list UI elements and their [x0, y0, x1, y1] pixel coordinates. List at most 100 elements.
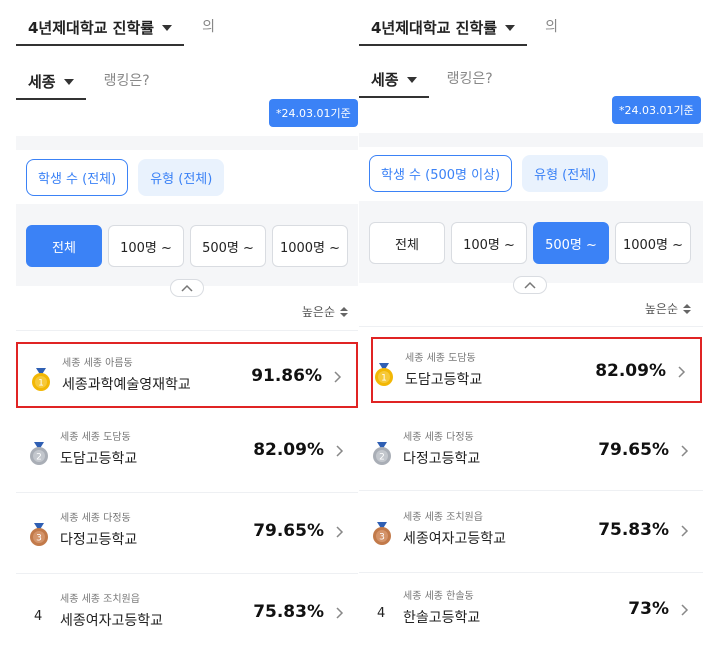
school-name: 세종과학예술영재학교 — [62, 377, 191, 393]
section-divider — [16, 136, 358, 150]
caret-down-icon — [162, 24, 173, 31]
admission-rate: 75.83% — [253, 602, 324, 622]
chevron-right-icon — [681, 604, 689, 616]
chevron-right-icon — [681, 525, 689, 537]
list-item[interactable]: 4 세종 세종 조치원읍 세종여자고등학교 75.83% — [16, 580, 358, 646]
svg-text:1: 1 — [381, 374, 387, 384]
metric-dropdown-label: 4년제대학교 진학률 — [28, 19, 155, 37]
list-item[interactable]: 2 세종 세종 도담동 도담고등학교 82.09% — [16, 418, 358, 484]
medal-icon: 3 — [373, 522, 391, 545]
segment-500[interactable]: 500명 ~ — [190, 225, 266, 267]
svg-text:2: 2 — [36, 453, 42, 463]
caret-down-icon — [505, 24, 516, 31]
segment-500[interactable]: 500명 ~ — [533, 222, 609, 264]
metric-dropdown[interactable]: 4년제대학교 진학률 — [359, 17, 528, 46]
school-location: 세종 세종 다정동 — [403, 432, 474, 443]
medal-icon: 2 — [373, 442, 391, 465]
divider — [16, 330, 358, 331]
segment-100[interactable]: 100명 ~ — [108, 225, 184, 267]
chevron-up-icon — [524, 281, 536, 289]
medal-icon: 3 — [30, 523, 48, 546]
list-item[interactable]: 3 세종 세종 다정동 다정고등학교 79.65% — [16, 499, 358, 565]
segment-100[interactable]: 100명 ~ — [451, 222, 527, 264]
school-name: 도담고등학교 — [405, 372, 483, 388]
svg-text:3: 3 — [36, 534, 42, 544]
school-name: 도담고등학교 — [60, 451, 138, 467]
region-dropdown[interactable]: 세종 — [16, 71, 86, 100]
sort-label: 높은순 — [644, 302, 678, 316]
school-location: 세종 세종 한솔동 — [403, 591, 474, 602]
chevron-up-icon — [181, 284, 193, 292]
chevron-right-icon — [681, 445, 689, 457]
caret-down-icon — [406, 76, 417, 83]
connector-text: 의 — [202, 19, 215, 35]
size-filter-area: 전체 100명 ~ 500명 ~ 1000명 ~ — [359, 201, 703, 283]
rank-number: 4 — [377, 606, 386, 621]
ranking-panel-left: 4년제대학교 진학률 의 세종 랭킹은? *24.03.01기준 학생 수 (전… — [16, 0, 358, 663]
segment-all[interactable]: 전체 — [369, 222, 445, 264]
rank-number: 4 — [34, 609, 43, 624]
region-dropdown-label: 세종 — [371, 71, 399, 89]
region-dropdown[interactable]: 세종 — [359, 69, 429, 98]
school-name: 다정고등학교 — [60, 532, 138, 548]
school-location: 세종 세종 아름동 — [62, 358, 133, 369]
section-divider — [359, 133, 703, 147]
admission-rate: 82.09% — [595, 361, 666, 381]
school-name: 세종여자고등학교 — [403, 531, 507, 547]
list-item[interactable]: 4 세종 세종 한솔동 한솔고등학교 73% — [359, 577, 703, 643]
student-count-filter[interactable]: 학생 수 (500명 이상) — [369, 155, 513, 192]
student-count-filter[interactable]: 학생 수 (전체) — [26, 159, 129, 196]
sort-label: 높은순 — [301, 305, 335, 319]
chevron-right-icon — [334, 371, 342, 383]
divider — [359, 326, 703, 327]
chevron-right-icon — [336, 526, 344, 538]
school-location: 세종 세종 조치원읍 — [60, 594, 140, 605]
sort-icon — [683, 303, 691, 314]
list-item[interactable]: 1 세종 세종 아름동 세종과학예술영재학교 91.86% — [16, 342, 358, 408]
region-dropdown-label: 세종 — [28, 73, 56, 91]
school-name: 다정고등학교 — [403, 451, 481, 467]
school-name: 세종여자고등학교 — [60, 613, 164, 629]
admission-rate: 82.09% — [253, 440, 324, 460]
divider — [359, 572, 703, 573]
svg-text:2: 2 — [379, 453, 385, 463]
metric-dropdown[interactable]: 4년제대학교 진학률 — [16, 17, 185, 46]
admission-rate: 73% — [628, 599, 669, 619]
question-text: 랭킹은? — [446, 71, 493, 87]
admission-rate: 75.83% — [598, 520, 669, 540]
school-name: 한솔고등학교 — [403, 610, 481, 626]
school-location: 세종 세종 다정동 — [60, 513, 131, 524]
metric-dropdown-label: 4년제대학교 진학률 — [371, 19, 498, 37]
list-item[interactable]: 3 세종 세종 조치원읍 세종여자고등학교 75.83% — [359, 498, 703, 564]
segment-1000[interactable]: 1000명 ~ — [272, 225, 348, 267]
collapse-button[interactable] — [513, 276, 547, 294]
medal-icon: 2 — [30, 442, 48, 465]
segment-1000[interactable]: 1000명 ~ — [615, 222, 691, 264]
divider — [359, 490, 703, 491]
list-item[interactable]: 2 세종 세종 다정동 다정고등학교 79.65% — [359, 418, 703, 484]
school-type-filter[interactable]: 유형 (전체) — [522, 155, 609, 192]
school-location: 세종 세종 조치원읍 — [403, 512, 483, 523]
segment-all[interactable]: 전체 — [26, 225, 102, 267]
admission-rate: 91.86% — [251, 366, 322, 386]
school-location: 세종 세종 도담동 — [60, 432, 131, 443]
sort-toggle[interactable]: 높은순 — [302, 303, 348, 320]
divider — [16, 492, 358, 493]
chevron-right-icon — [336, 445, 344, 457]
size-filter-area: 전체 100명 ~ 500명 ~ 1000명 ~ — [16, 204, 358, 286]
sort-icon — [340, 306, 348, 317]
date-badge: *24.03.01기준 — [269, 99, 358, 127]
sort-toggle[interactable]: 높은순 — [645, 300, 691, 317]
divider — [16, 573, 358, 574]
date-badge: *24.03.01기준 — [612, 96, 701, 124]
list-item[interactable]: 1 세종 세종 도담동 도담고등학교 82.09% — [371, 337, 702, 403]
medal-icon: 1 — [32, 368, 50, 391]
collapse-button[interactable] — [170, 279, 204, 297]
chevron-right-icon — [336, 607, 344, 619]
chevron-right-icon — [678, 366, 686, 378]
svg-text:3: 3 — [379, 533, 385, 543]
medal-icon: 1 — [375, 363, 393, 386]
school-type-filter[interactable]: 유형 (전체) — [138, 159, 225, 196]
connector-text: 의 — [545, 19, 558, 35]
svg-text:1: 1 — [38, 379, 44, 389]
